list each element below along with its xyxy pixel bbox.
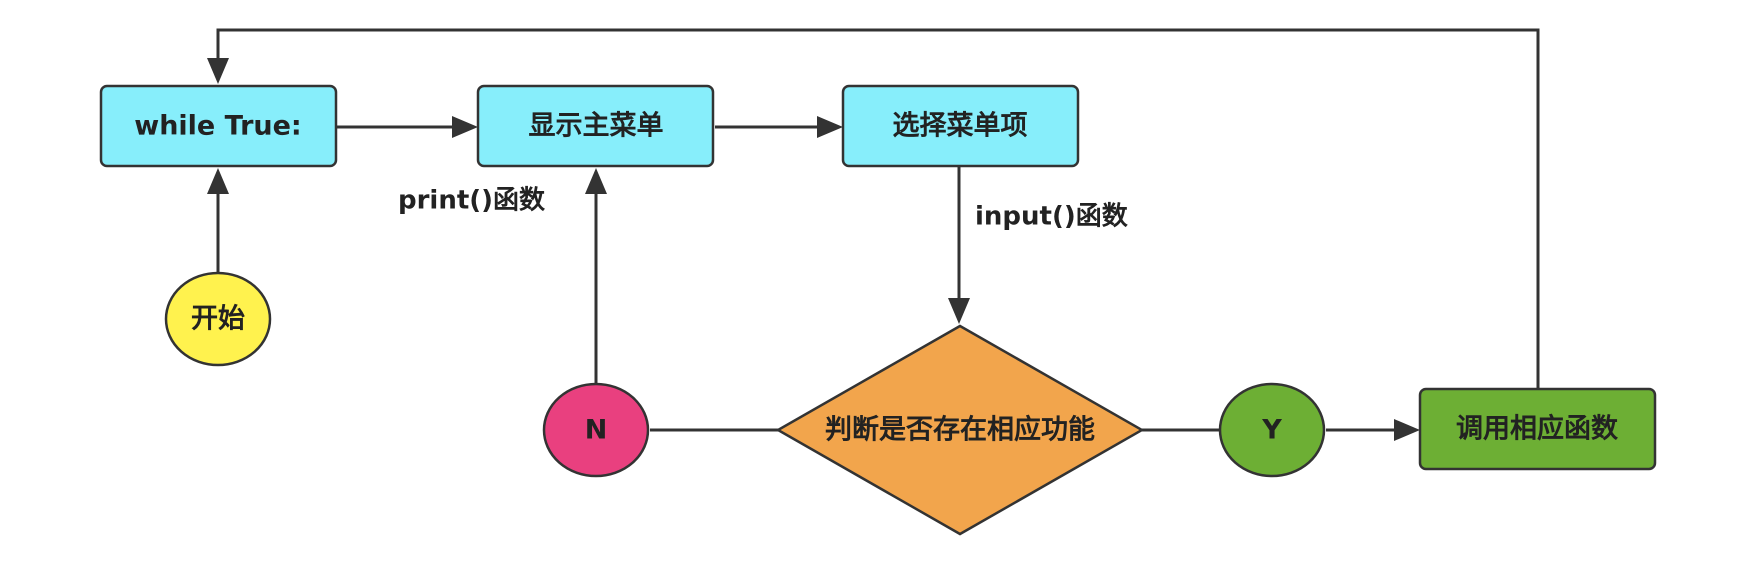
start-label: 开始 bbox=[191, 303, 245, 335]
yes-label: Y bbox=[1261, 415, 1282, 446]
nodes: while True: 显示主菜单 选择菜单项 开始 判断是否存在相应功能 N bbox=[99, 84, 1657, 536]
select-item-node[interactable]: 选择菜单项 bbox=[841, 84, 1080, 168]
no-label: N bbox=[585, 415, 608, 446]
show-menu-node[interactable]: 显示主菜单 bbox=[476, 84, 715, 168]
edge-labels: print()函数 input()函数 bbox=[398, 186, 1129, 232]
edge-label-input: input()函数 bbox=[975, 202, 1129, 232]
call-func-label: 调用相应函数 bbox=[1456, 413, 1619, 445]
arrowhead-select-item bbox=[817, 116, 843, 138]
while-loop-label: while True: bbox=[134, 111, 301, 142]
arrowhead-decision bbox=[948, 298, 970, 324]
decision-label: 判断是否存在相应功能 bbox=[825, 414, 1095, 446]
start-node[interactable]: 开始 bbox=[164, 271, 272, 367]
select-item-label: 选择菜单项 bbox=[893, 111, 1028, 142]
edge-label-print: print()函数 bbox=[398, 186, 546, 216]
show-menu-label: 显示主菜单 bbox=[529, 111, 664, 142]
yes-node[interactable]: Y bbox=[1218, 382, 1326, 478]
arrowhead-while-from-loop bbox=[207, 58, 229, 84]
arrowhead-show-menu bbox=[452, 116, 478, 138]
flowchart-canvas: while True: 显示主菜单 选择菜单项 开始 判断是否存在相应功能 N bbox=[99, 28, 1657, 536]
arrowhead-while-from-start bbox=[207, 168, 229, 194]
decision-node[interactable]: 判断是否存在相应功能 bbox=[775, 324, 1145, 536]
arrowhead-call-func bbox=[1394, 419, 1420, 441]
arrowhead-show-menu-from-no bbox=[585, 168, 607, 194]
no-node[interactable]: N bbox=[542, 382, 650, 478]
call-func-node[interactable]: 调用相应函数 bbox=[1418, 387, 1657, 471]
while-loop-node[interactable]: while True: bbox=[99, 84, 338, 168]
